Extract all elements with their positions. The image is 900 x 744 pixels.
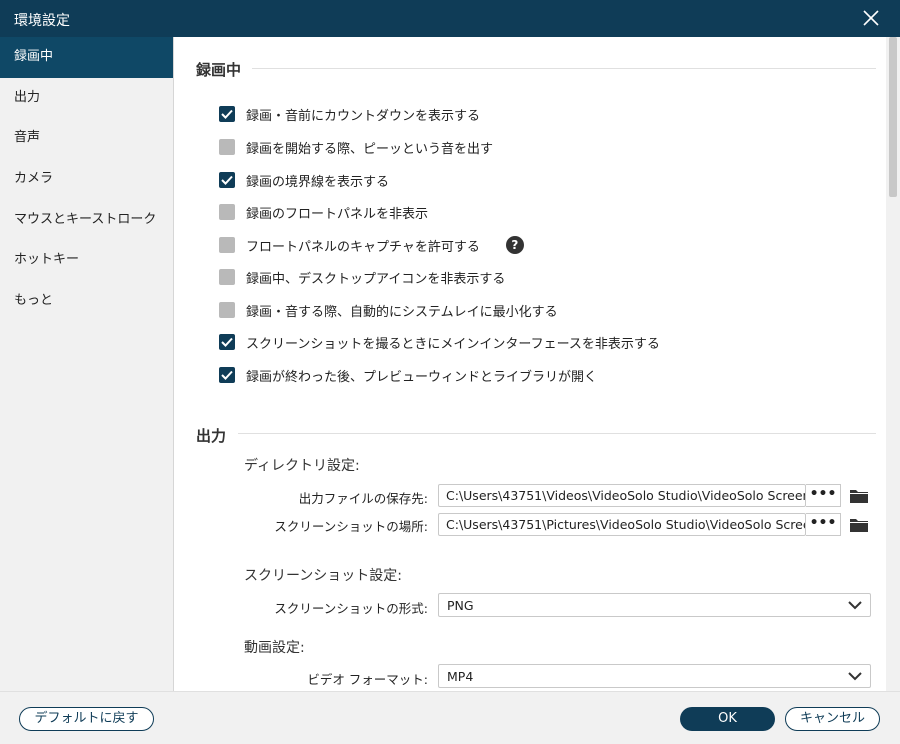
screenshot-format-select[interactable]: PNG [438,593,871,617]
scrollbar-thumb[interactable] [889,37,897,197]
folder-icon[interactable] [849,517,869,533]
option-label: 録画を開始する際、ピーッという音を出す [246,141,494,157]
option-minimize-to-tray[interactable]: 録画・音する際、自動的にシステムレイに最小化する [219,300,558,320]
checkbox-unchecked-icon[interactable] [219,269,235,285]
folder-icon[interactable] [849,488,869,504]
section-title-output: 出力 [196,427,227,445]
chevron-down-icon [848,601,862,610]
option-open-preview[interactable]: 録画が終わった後、プレビューウィンドとライブラリが開く [219,365,597,385]
help-icon[interactable]: ? [505,236,524,254]
sidebar-item-output[interactable]: 出力 [0,78,173,119]
checkbox-checked-icon[interactable] [219,172,235,188]
section-divider [238,433,876,434]
option-label: 録画中、デスクトップアイコンを非表示する [246,271,506,287]
settings-content: 録画中 録画・音前にカウントダウンを表示する 録画を開始する際、ピーッという音を… [174,37,886,691]
save-location-label: 出力ファイルの保存先: [298,491,428,506]
option-label: 録画・音する際、自動的にシステムレイに最小化する [246,304,558,320]
option-label: フロートパネルのキャプチャを許可する [246,239,480,255]
window-title: 環境設定 [14,13,70,29]
chevron-down-icon [848,672,862,681]
ok-button[interactable]: OK [680,707,775,731]
sidebar-item-recording[interactable]: 録画中 [0,37,173,78]
video-format-select[interactable]: MP4 [438,664,871,688]
browse-screenshot-button[interactable]: ••• [806,513,841,536]
directory-settings-heading: ディレクトリ設定: [244,458,360,474]
sidebar-item-camera[interactable]: カメラ [0,159,173,200]
browse-save-button[interactable]: ••• [806,484,841,507]
option-hide-main-on-screenshot[interactable]: スクリーンショットを撮るときにメインインターフェースを非表示する [219,332,660,352]
option-label: スクリーンショットを撮るときにメインインターフェースを非表示する [246,336,660,352]
title-bar: 環境設定 [0,0,900,37]
scrollbar[interactable] [886,37,900,691]
screenshot-location-input[interactable]: C:\Users\43751\Pictures\VideoSolo Studio… [438,513,806,536]
screenshot-format-value: PNG [447,598,474,613]
checkbox-checked-icon[interactable] [219,367,235,383]
sidebar: 録画中 出力 音声 カメラ マウスとキーストローク ホットキー もっと [0,37,174,691]
section-divider [252,68,876,69]
checkbox-unchecked-icon[interactable] [219,139,235,155]
close-icon[interactable] [862,9,880,27]
option-label: 録画・音前にカウントダウンを表示する [246,108,481,124]
video-format-value: MP4 [447,669,474,684]
sidebar-item-hotkeys[interactable]: ホットキー [0,240,173,281]
option-countdown[interactable]: 録画・音前にカウントダウンを表示する [219,104,480,124]
checkbox-checked-icon[interactable] [219,106,235,122]
checkbox-unchecked-icon[interactable] [219,204,235,220]
save-location-input[interactable]: C:\Users\43751\Videos\VideoSolo Studio\V… [438,484,806,507]
screenshot-location-label: スクリーンショットの場所: [274,519,428,534]
option-label: 録画の境界線を表示する [246,174,390,190]
restore-defaults-button[interactable]: デフォルトに戻す [19,707,154,731]
footer: デフォルトに戻す OK キャンセル [0,691,900,744]
video-format-label: ビデオ フォーマット: [307,672,428,687]
checkbox-checked-icon[interactable] [219,334,235,350]
cancel-button[interactable]: キャンセル [785,707,880,731]
option-label: 録画のフロートパネルを非表示 [246,206,429,222]
sidebar-item-mouse-keystroke[interactable]: マウスとキーストローク [0,200,173,241]
checkbox-unchecked-icon[interactable] [219,237,235,253]
option-label: 録画が終わった後、プレビューウィンドとライブラリが開く [246,369,598,385]
sidebar-item-audio[interactable]: 音声 [0,118,173,159]
option-border[interactable]: 録画の境界線を表示する [219,170,389,190]
option-hide-float-panel[interactable]: 録画のフロートパネルを非表示 [219,202,428,222]
screenshot-settings-heading: スクリーンショット設定: [244,568,403,584]
sidebar-item-more[interactable]: もっと [0,281,173,322]
option-beep[interactable]: 録画を開始する際、ピーッという音を出す [219,137,493,157]
screenshot-format-label: スクリーンショットの形式: [274,601,428,616]
checkbox-unchecked-icon[interactable] [219,302,235,318]
video-settings-heading: 動画設定: [244,640,305,656]
option-capture-float-panel[interactable]: フロートパネルのキャプチャを許可する ? [219,235,524,255]
section-title-recording: 録画中 [196,61,242,79]
option-hide-desktop-icons[interactable]: 録画中、デスクトップアイコンを非表示する [219,267,505,287]
